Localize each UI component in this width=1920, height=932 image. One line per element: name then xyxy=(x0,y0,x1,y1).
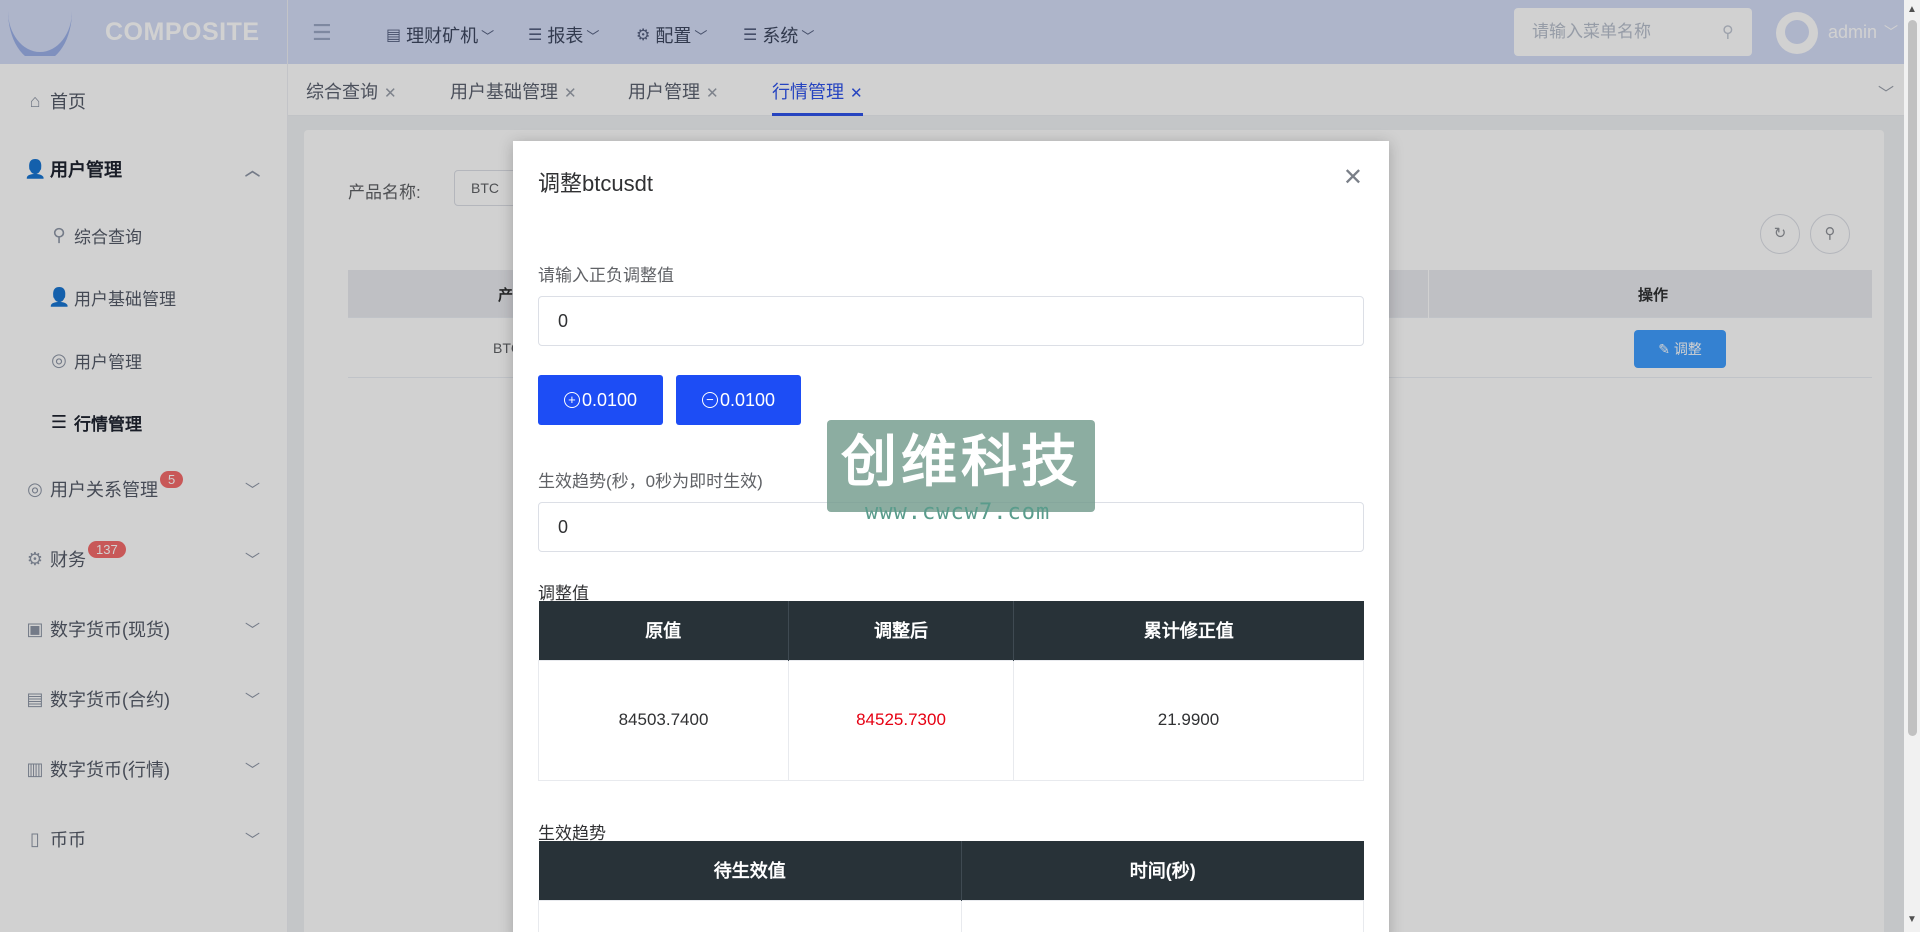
dialog-title: 调整btcusdt xyxy=(538,171,653,196)
scroll-thumb[interactable] xyxy=(1908,20,1917,736)
table-row xyxy=(538,899,1364,932)
adjust-values-table: 原值 调整后 累计修正值 84503.7400 84525.7300 21.99… xyxy=(538,601,1364,781)
cumulative-value: 21.9900 xyxy=(1013,659,1364,781)
column-header-seconds: 时间(秒) xyxy=(961,841,1364,900)
pending-cell xyxy=(538,899,962,932)
table-row: 84503.7400 84525.7300 21.9900 xyxy=(538,659,1364,781)
column-header-original: 原值 xyxy=(538,601,789,660)
column-header-pending: 待生效值 xyxy=(538,841,962,900)
scroll-down-icon[interactable]: ▼ xyxy=(1907,914,1917,925)
page-scrollbar[interactable]: ▲ ▼ xyxy=(1904,0,1920,932)
adjust-value-input[interactable] xyxy=(538,296,1364,346)
original-value: 84503.7400 xyxy=(538,659,789,781)
column-header-adjusted: 调整后 xyxy=(788,601,1014,660)
plus-circle-icon: + xyxy=(563,392,580,408)
adjust-value-label: 请输入正负调整值 xyxy=(538,266,674,285)
adjust-dialog: 调整btcusdt ✕ 请输入正负调整值 +0.0100 −0.0100 生效趋… xyxy=(513,141,1389,932)
watermark-url: www.cwcw7.com xyxy=(865,500,1051,525)
trend-seconds-label: 生效趋势(秒，0秒为即时生效) xyxy=(538,472,763,491)
watermark: 创维科技 xyxy=(827,420,1095,512)
minus-circle-icon: − xyxy=(701,392,718,408)
seconds-cell xyxy=(961,899,1364,932)
trend-table: 待生效值 时间(秒) xyxy=(538,841,1364,932)
adjusted-value: 84525.7300 xyxy=(788,659,1014,781)
column-header-cumulative: 累计修正值 xyxy=(1013,601,1364,660)
close-icon[interactable]: ✕ xyxy=(1343,163,1363,192)
increment-button[interactable]: +0.0100 xyxy=(538,375,663,425)
scroll-up-icon[interactable]: ▲ xyxy=(1907,4,1917,15)
decrement-button[interactable]: −0.0100 xyxy=(676,375,801,425)
